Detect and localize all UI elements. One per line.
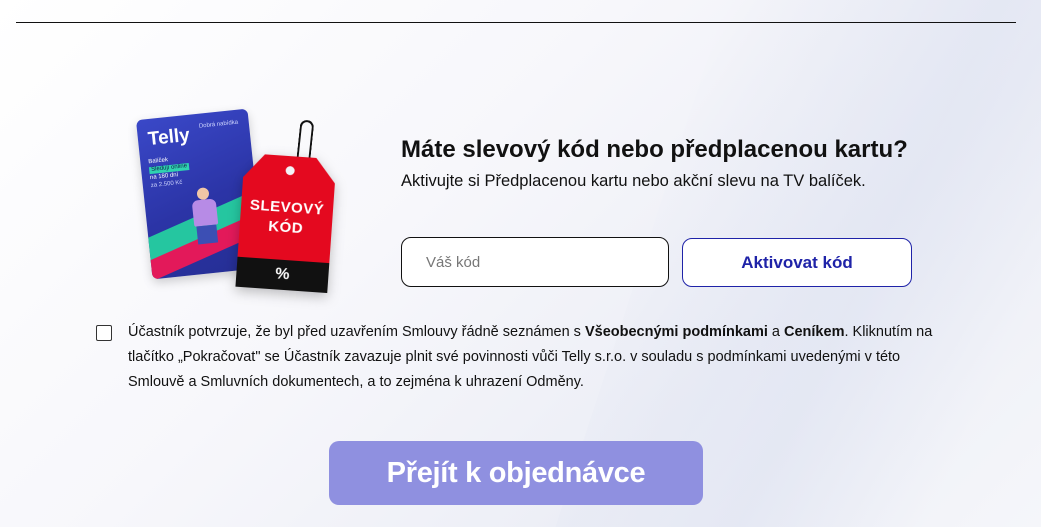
promo-illustration: Telly Dobrá nabídka Balíček Sledují onli…: [135, 100, 360, 300]
consent-text-before: Účastník potvrzuje, že byl před uzavření…: [128, 324, 585, 340]
card-person-figure: [187, 186, 223, 249]
consent-text-and: a: [767, 324, 785, 340]
voucher-subtitle: Aktivujte si Předplacenou kartu nebo akč…: [401, 172, 866, 190]
card-caption: Dobrá nabídka: [198, 119, 239, 130]
activate-code-button[interactable]: Aktivovat kód: [682, 238, 912, 287]
percent-icon: %: [235, 256, 330, 294]
consent-checkbox[interactable]: [96, 325, 112, 341]
consent-text: Účastník potvrzuje, že byl před uzavření…: [128, 320, 948, 395]
tag-label: SLEVOVÝ KÓD: [239, 195, 334, 241]
top-divider: [16, 22, 1016, 23]
discount-tag-image: SLEVOVÝ KÓD %: [235, 153, 336, 294]
terms-link[interactable]: Všeobecnými podmínkami: [585, 324, 768, 340]
card-logo: Telly: [146, 124, 191, 151]
voucher-title: Máte slevový kód nebo předplacenou kartu…: [401, 136, 908, 163]
voucher-code-input[interactable]: [401, 237, 669, 287]
proceed-to-order-button[interactable]: Přejít k objednávce: [329, 441, 703, 505]
pricelist-link[interactable]: Ceníkem: [784, 324, 844, 340]
